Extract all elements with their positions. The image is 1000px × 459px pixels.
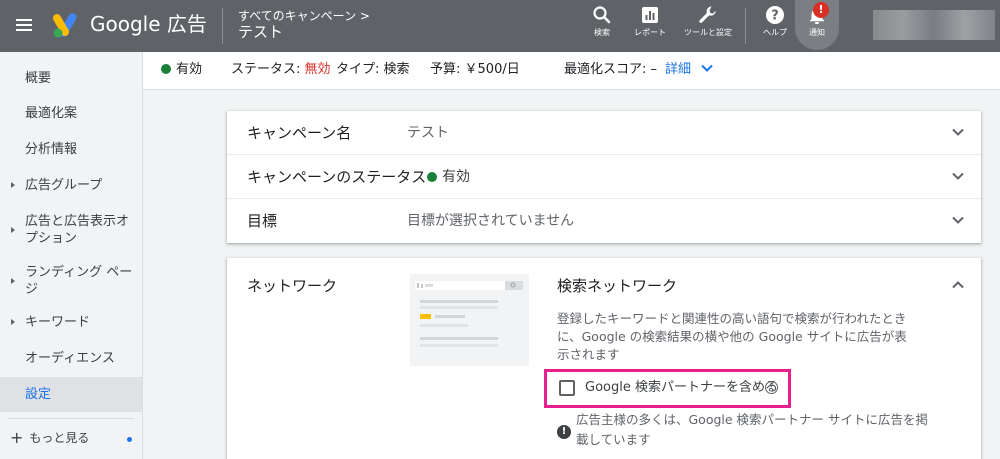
- sidebar: 概要 最適化案 分析情報 広告グループ 広告と広告表示オプション ランディング …: [0, 52, 143, 459]
- sidebar-item-settings[interactable]: 設定: [0, 377, 142, 412]
- sidebar-item-label: 最適化案: [25, 106, 78, 121]
- setting-value: テスト: [407, 125, 449, 141]
- info-icon: !: [557, 425, 571, 439]
- enabled-status-label: 有効: [176, 62, 203, 77]
- plus-icon: +: [10, 428, 24, 447]
- sidebar-item-label: 広告グループ: [25, 178, 103, 193]
- google-ads-logo-icon: [53, 13, 77, 38]
- menu-icon[interactable]: [14, 15, 34, 35]
- details-link[interactable]: 詳細: [665, 52, 713, 88]
- chevron-up-icon[interactable]: [951, 280, 965, 290]
- setting-value-text: 有効: [442, 169, 470, 185]
- type-value: 検索: [383, 62, 410, 77]
- wrench-icon: [699, 6, 716, 23]
- type-label: タイプ:: [336, 62, 380, 77]
- expand-arrow-icon: [11, 227, 15, 233]
- sidebar-item-landing-pages[interactable]: ランディング ページ: [0, 264, 142, 298]
- search-network-description: 登録したキーワードと関連性の高い語句で検索が行われたときに、Google の検索…: [557, 311, 907, 362]
- tools-divider: [745, 8, 746, 44]
- sidebar-item-overview[interactable]: 概要: [0, 70, 142, 87]
- help-circle-icon[interactable]: ?: [765, 381, 778, 394]
- report-icon: [642, 7, 658, 23]
- setting-row-goal[interactable]: 目標 目標が選択されていません: [227, 199, 981, 243]
- search-results-illustration-icon: [415, 281, 523, 347]
- search-network-title: 検索ネットワーク: [557, 277, 678, 295]
- tools-settings-label: ツールと設定: [684, 28, 732, 37]
- details-link-label: 詳細: [665, 62, 692, 77]
- tools-settings-button[interactable]: ツールと設定: [682, 5, 734, 49]
- breadcrumb-parent[interactable]: すべてのキャンペーン: [238, 9, 356, 23]
- notifications-label: 通知: [809, 28, 825, 37]
- status-dot-icon: [161, 64, 171, 74]
- sidebar-item-label: 分析情報: [25, 142, 78, 157]
- expand-arrow-icon: [11, 182, 15, 188]
- sidebar-item-ad-groups[interactable]: 広告グループ: [0, 177, 142, 194]
- setting-value: 目標が選択されていません: [407, 213, 575, 229]
- report-button-label: レポート: [634, 28, 666, 37]
- top-bar: Google 広告 すべてのキャンペーン > テスト 検索 レポート ツールと設…: [0, 0, 1000, 52]
- search-partners-checkbox[interactable]: [559, 380, 575, 396]
- search-button-label: 検索: [594, 28, 610, 37]
- optimization-score: 最適化スコア: –: [564, 52, 657, 88]
- search-partners-label[interactable]: Google 検索パートナーを含める: [585, 380, 778, 396]
- score-label: 最適化スコア:: [564, 62, 647, 77]
- notification-badge: !: [813, 2, 829, 18]
- more-button[interactable]: + もっと見る: [10, 430, 89, 446]
- account-info[interactable]: [873, 10, 995, 40]
- breadcrumb-arrow: >: [359, 9, 370, 23]
- search-icon: [593, 6, 611, 24]
- sidebar-item-label: オーディエンス: [25, 351, 115, 366]
- status-value: 無効: [304, 62, 331, 77]
- sidebar-item-audiences[interactable]: オーディエンス: [0, 350, 142, 367]
- score-value: –: [650, 62, 658, 77]
- budget-value: ￥500/日: [464, 62, 520, 77]
- report-button[interactable]: レポート: [624, 5, 676, 49]
- status-label: ステータス:: [231, 62, 301, 77]
- new-indicator-dot: [127, 437, 132, 442]
- search-network-illustration: [410, 274, 529, 366]
- setting-label: 目標: [247, 212, 278, 230]
- campaign-settings-card: キャンペーン名 テスト キャンペーンのステータス 有効 目標 目標が選択されてい…: [227, 111, 981, 243]
- setting-label: キャンペーン名: [247, 124, 352, 142]
- network-settings-card: ネットワーク 検索ネットワーク 登録したキーワードと関連性の高い語句で検索が行わ…: [227, 258, 981, 459]
- enabled-status[interactable]: 有効: [161, 52, 202, 88]
- status-dot-icon: [427, 172, 437, 182]
- sidebar-item-label: 広告と広告表示オプション: [25, 214, 130, 246]
- setting-value: 有効: [427, 167, 470, 187]
- campaign-title[interactable]: テスト: [238, 22, 283, 42]
- status-info: ステータス: 無効: [231, 52, 331, 88]
- sidebar-divider: [8, 418, 134, 419]
- budget-info: 予算: ￥500/日: [430, 52, 520, 88]
- expand-arrow-icon: [11, 319, 15, 325]
- setting-label: キャンペーンのステータス: [247, 168, 427, 186]
- brand-name: Google 広告: [90, 12, 207, 36]
- campaign-status-bar: 有効 ステータス: 無効 タイプ: 検索 予算: ￥500/日 最適化スコア: …: [143, 52, 1000, 90]
- setting-row-campaign-status[interactable]: キャンペーンのステータス 有効: [227, 155, 981, 199]
- chevron-down-icon[interactable]: [951, 171, 965, 181]
- chevron-down-icon: [701, 64, 713, 72]
- sidebar-item-label: 設定: [25, 387, 52, 402]
- sidebar-item-label: ランディング ページ: [25, 265, 133, 297]
- svg-text:?: ?: [771, 9, 779, 24]
- sidebar-item-keywords[interactable]: キーワード: [0, 314, 142, 331]
- help-icon: ?: [766, 6, 784, 24]
- sidebar-item-label: 概要: [25, 71, 52, 86]
- expand-arrow-icon: [11, 278, 15, 284]
- search-partners-note: 広告主様の多くは、Google 検索パートナー サイトに広告を掲載しています: [576, 412, 929, 447]
- more-label: もっと見る: [29, 431, 90, 445]
- sidebar-item-recommendations[interactable]: 最適化案: [0, 105, 142, 122]
- type-info: タイプ: 検索: [336, 52, 410, 88]
- setting-row-campaign-name[interactable]: キャンペーン名 テスト: [227, 111, 981, 155]
- chevron-down-icon[interactable]: [951, 127, 965, 137]
- header-divider: [222, 8, 223, 44]
- search-button[interactable]: 検索: [576, 5, 628, 49]
- chevron-down-icon[interactable]: [951, 215, 965, 225]
- sidebar-item-label: キーワード: [25, 315, 91, 330]
- network-label: ネットワーク: [247, 277, 338, 295]
- budget-label: 予算:: [430, 62, 461, 77]
- sidebar-item-ads-extensions[interactable]: 広告と広告表示オプション: [0, 213, 142, 247]
- sidebar-item-insights[interactable]: 分析情報: [0, 141, 142, 158]
